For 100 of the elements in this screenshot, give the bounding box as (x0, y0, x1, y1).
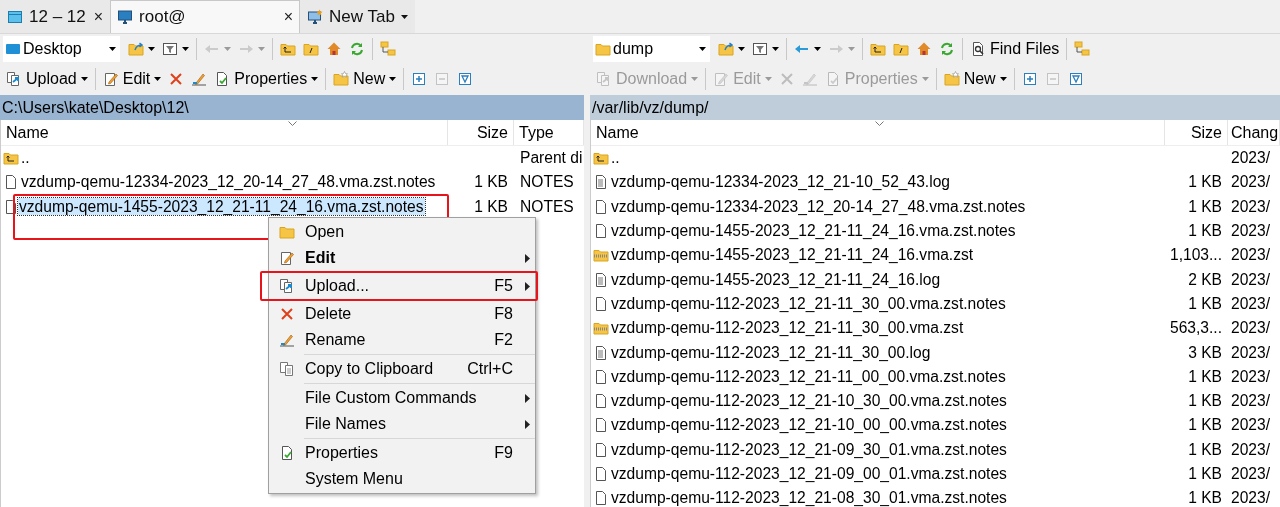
folder-slash-icon (303, 41, 319, 57)
file-name[interactable]: vzdump-qemu-112-2023_12_21-10_30_00.vma.zst.notes (610, 391, 1008, 412)
file-icon (593, 368, 609, 385)
tab[interactable]: 12 – 12 × (0, 0, 111, 33)
file-size: 3 KB (1188, 343, 1222, 361)
tab[interactable]: New Tab (300, 0, 415, 33)
folder-arrow-icon (128, 41, 144, 57)
monitor-icon (117, 9, 134, 25)
modified-date: 2023/ (1231, 319, 1271, 337)
file-icon (593, 393, 609, 410)
file-icon (593, 417, 609, 434)
close-button[interactable]: × (93, 8, 104, 26)
desktop-icon (5, 41, 21, 57)
column-header[interactable]: Name (591, 120, 1165, 145)
plus-box-icon (411, 71, 428, 87)
toolbar-button[interactable]: Edit (99, 66, 165, 92)
column-header[interactable]: Size (1165, 120, 1228, 145)
file-size: 1 KB (1188, 440, 1222, 458)
file-name[interactable]: vzdump-qemu-112-2023_12_21-09_00_01.vma.zst.notes (610, 464, 1008, 484)
toolbar-button[interactable]: Properties (211, 66, 322, 92)
file-name[interactable]: vzdump-qemu-112-2023_12_21-11_30_00.vma.zst.notes (610, 293, 1007, 314)
location-dropdown[interactable]: dump (593, 36, 710, 62)
file-size: 1 KB (1188, 392, 1222, 410)
text-file-icon (593, 344, 609, 361)
file-name[interactable]: vzdump-qemu-112-2023_12_21-10_00_00.vma.zst.notes (610, 415, 1008, 436)
file-name[interactable]: vzdump-qemu-12334-2023_12_21-10_52_43.log (610, 172, 951, 193)
file-name[interactable]: vzdump-qemu-12334-2023_12_20-14_27_48.vma.zst.notes (20, 172, 437, 193)
modified-date: 2023/ (1231, 343, 1271, 361)
modified-date: 2023/ (1231, 270, 1271, 288)
file-icon (593, 295, 609, 312)
menu-item[interactable]: Open (269, 219, 535, 245)
folder-up-icon (3, 150, 19, 167)
home-icon (916, 41, 932, 57)
pencil-line-icon (191, 71, 208, 87)
tab[interactable]: root@ × (110, 0, 301, 33)
file-size: 1 KB (474, 197, 508, 215)
file-name[interactable]: vzdump-qemu-112-2023_12_21-11_30_00.log (610, 342, 932, 363)
file-name[interactable]: .. (20, 148, 31, 169)
file-name[interactable]: vzdump-qemu-1455-2023_12_21-11_24_16.vma.zst.notes (18, 198, 425, 216)
file-name[interactable]: vzdump-qemu-112-2023_12_21-11_30_00.vma.zst (610, 318, 965, 339)
folder-star-icon (333, 71, 350, 87)
minus-box-icon (434, 71, 451, 87)
path-bar: C:\Users\kate\Desktop\12\ (0, 95, 584, 120)
location-dropdown[interactable]: Desktop (3, 36, 120, 62)
file-size: 1,103... (1169, 246, 1222, 264)
close-button[interactable]: × (283, 8, 294, 26)
plus-box-icon (1021, 71, 1038, 87)
menu-item[interactable]: Edit (269, 245, 535, 271)
file-icon (593, 223, 609, 240)
file-name[interactable]: vzdump-qemu-112-2023_12_21-08_30_01.vma.zst.notes (610, 488, 1008, 507)
menu-item[interactable]: Delete F8 (269, 301, 535, 327)
file-name[interactable]: vzdump-qemu-112-2023_12_21-11_00_00.vma.zst.notes (610, 366, 1007, 387)
file-icon (593, 441, 609, 458)
document-arrow-icon (6, 71, 22, 87)
archive-folder-icon (593, 247, 609, 264)
folder-arrow-icon (718, 41, 734, 57)
column-header[interactable]: Size (448, 120, 514, 145)
toolbar-button[interactable]: New (330, 66, 400, 92)
file-name[interactable]: vzdump-qemu-112-2023_12_21-09_30_01.vma.zst.notes (610, 439, 1008, 460)
path-bar: /var/lib/vz/dump/ (590, 95, 1280, 120)
menu-item[interactable]: File Names (269, 411, 535, 437)
menu-item[interactable]: Rename F2 (269, 327, 535, 353)
folder-tree-icon (380, 41, 396, 57)
menu-item[interactable]: Copy to Clipboard Ctrl+C (269, 356, 535, 382)
delete-icon (168, 71, 185, 87)
file-name[interactable]: vzdump-qemu-1455-2023_12_21-11_24_16.log (610, 269, 942, 290)
copy-icon (279, 361, 295, 377)
home-icon (326, 41, 342, 57)
toolbar-button[interactable]: Upload (3, 66, 91, 92)
menu-item[interactable]: Upload... F5 (260, 271, 538, 301)
toolbar-button[interactable]: Find Files (967, 36, 1063, 62)
monitor-star-icon (307, 9, 324, 25)
modified-date: 2023/ (1231, 367, 1271, 385)
modified-date: 2023/ (1231, 416, 1271, 434)
file-size: 1 KB (1188, 197, 1222, 215)
column-header[interactable]: Name (1, 120, 448, 145)
toolbar-button[interactable]: New (940, 66, 1010, 92)
menu-item[interactable]: Properties F9 (269, 440, 535, 466)
modified-date: 2023/ (1231, 149, 1271, 167)
delete-icon (778, 71, 795, 87)
menu-item[interactable]: System Menu (269, 466, 535, 492)
file-name[interactable]: vzdump-qemu-1455-2023_12_21-11_24_16.vma.zst.notes (610, 221, 1017, 242)
delete-icon (279, 306, 295, 322)
file-size: 1 KB (474, 173, 508, 191)
text-file-icon (593, 174, 609, 191)
menu-item[interactable]: File Custom Commands (269, 385, 535, 411)
funnel-icon (162, 41, 178, 57)
file-name[interactable]: .. (610, 148, 621, 169)
document-arrow-icon (596, 71, 612, 87)
minus-box-icon (1044, 71, 1061, 87)
pencil-page-icon (279, 250, 295, 266)
pencil-line-icon (279, 332, 295, 348)
folder-slash-icon (893, 41, 909, 57)
file-type: NOTES (520, 197, 574, 215)
triangle-box-icon (1067, 71, 1084, 87)
file-name[interactable]: vzdump-qemu-12334-2023_12_20-14_27_48.vma.zst.notes (610, 196, 1027, 217)
column-header[interactable]: Chang (1228, 120, 1280, 145)
folder-up-icon (870, 41, 886, 57)
modified-date: 2023/ (1231, 465, 1271, 482)
file-name[interactable]: vzdump-qemu-1455-2023_12_21-11_24_16.vma.zst (610, 245, 975, 266)
